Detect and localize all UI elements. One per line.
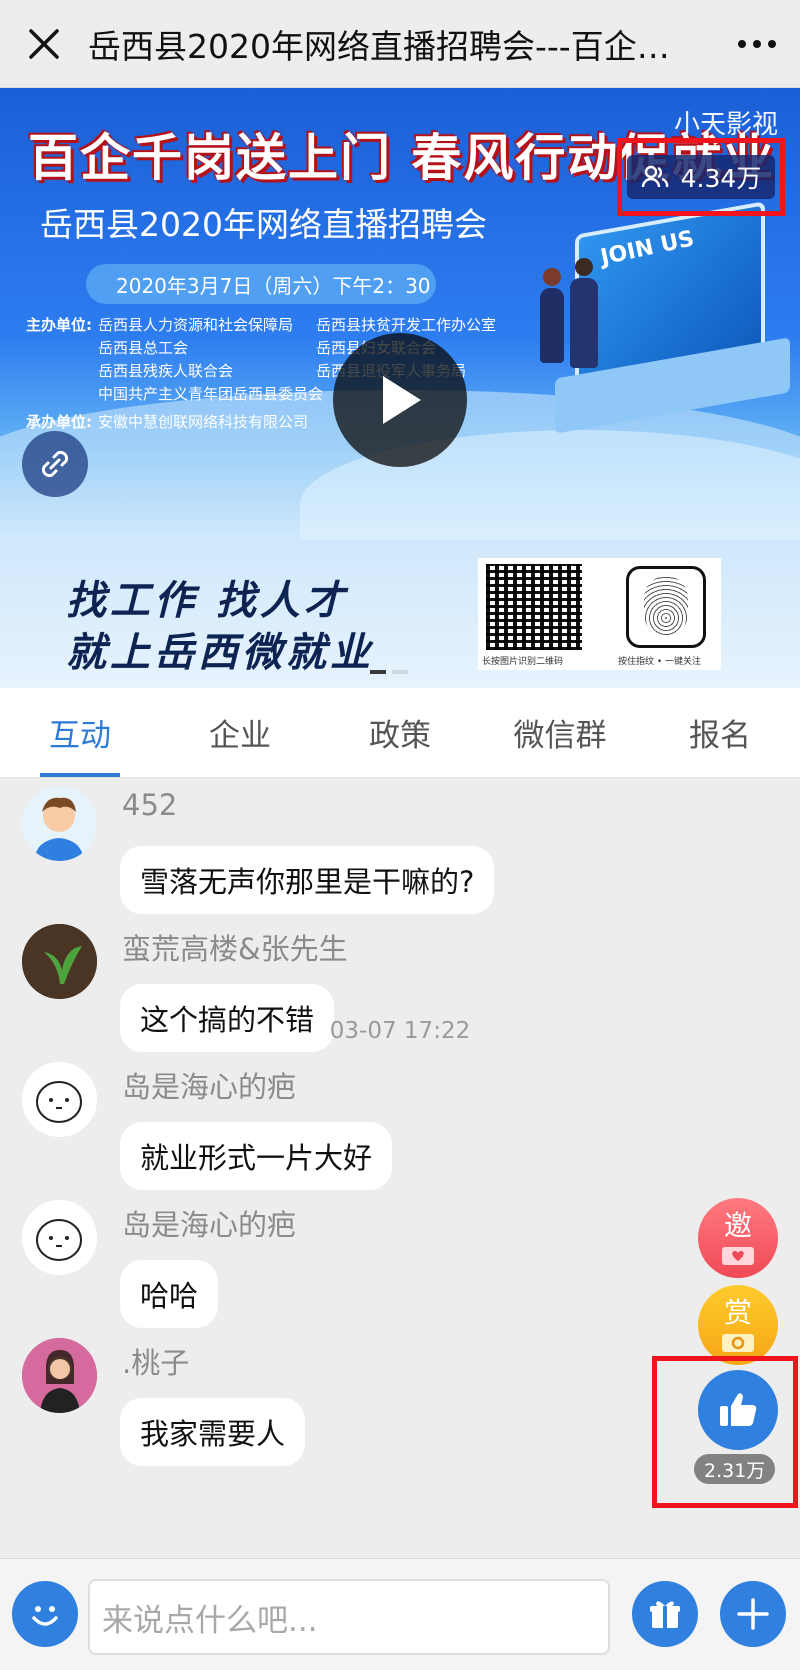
avatar-plant-photo — [22, 924, 97, 999]
more-button[interactable] — [714, 0, 800, 88]
organizer-item: 岳西县扶贫开发工作办公室 — [316, 316, 497, 334]
link-icon — [41, 450, 69, 478]
person-illustration — [543, 268, 561, 286]
organizer-item: 岳西县总工会 — [98, 339, 189, 357]
message-username: 蛮荒高楼&张先生 — [122, 932, 348, 966]
message-bubble[interactable]: 雪落无声你那里是干嘛的? — [120, 846, 495, 914]
thumbs-up-icon — [720, 1393, 757, 1426]
avatar-woman-photo — [22, 1338, 97, 1413]
qr-card[interactable]: 长按图片识别二维码 按住指纹 • 一键关注 — [478, 558, 721, 670]
invite-label: 邀 — [723, 1209, 752, 1242]
undertaker-label: 承办单位: — [26, 413, 92, 431]
organizer-item: 岳西县人力资源和社会保障局 — [98, 316, 294, 334]
emoji-button[interactable] — [12, 1581, 78, 1647]
close-button[interactable] — [0, 0, 88, 88]
qr-caption: 长按图片识别二维码 — [482, 657, 564, 667]
carousel-indicator — [370, 670, 408, 674]
video-subtitle: 岳西县2020年网络直播招聘会 — [40, 205, 487, 244]
tab-wechat-groups[interactable]: 微信群 — [480, 688, 640, 777]
title-bar: 岳西县2020年网络直播招聘会---百企千... — [0, 0, 800, 88]
ad-banner[interactable]: 找工作 找人才 就上岳西微就业 长按图片识别二维码 按住指纹 • 一键关注 — [0, 540, 800, 688]
reward-label: 赏 — [723, 1296, 752, 1329]
users-icon — [641, 165, 668, 188]
person-illustration — [570, 278, 598, 368]
avatar-cartoon-man — [34, 797, 84, 861]
viewer-count: 4.34万 — [680, 164, 762, 193]
avatar-sticker-face — [22, 1200, 97, 1275]
like-count: 2.31万 — [694, 1454, 776, 1484]
play-button[interactable] — [333, 333, 467, 467]
qr-code[interactable] — [486, 564, 582, 650]
ad-slogan-line1: 找工作 找人才 — [66, 578, 348, 624]
smiley-icon — [32, 1606, 58, 1626]
message-username: .桃子 — [122, 1346, 190, 1380]
invite-button[interactable]: 邀 — [698, 1198, 778, 1278]
message-username: 岛是海心的疤 — [122, 1070, 297, 1104]
organizer-label: 主办单位: — [26, 316, 92, 334]
plus-icon — [737, 1598, 769, 1630]
event-date: 2020年3月7日（周六）下午2：30 — [86, 264, 436, 304]
carousel-dot — [370, 670, 386, 674]
fingerprint-icon[interactable] — [644, 576, 688, 636]
share-link-button[interactable] — [22, 431, 88, 497]
comment-bar: 来说点什么吧... — [0, 1558, 800, 1670]
ad-slogan-line2: 就上岳西微就业 — [66, 630, 374, 676]
carousel-dot — [392, 670, 408, 674]
close-icon — [29, 28, 59, 59]
avatar[interactable] — [22, 1338, 97, 1413]
tab-signup[interactable]: 报名 — [640, 688, 800, 777]
undertaker-name: 安徽中慧创联网络科技有限公司 — [98, 413, 309, 431]
message-bubble[interactable]: 哈哈 — [120, 1260, 219, 1328]
viewer-count-badge: 4.34万 — [626, 155, 776, 199]
organizer-item: 岳西县残疾人联合会 — [98, 362, 234, 380]
tab-interaction[interactable]: 互动 — [0, 688, 160, 777]
heart-envelope-icon — [722, 1247, 754, 1265]
more-icon — [738, 39, 776, 48]
gift-icon — [650, 1601, 680, 1628]
page-title: 岳西县2020年网络直播招聘会---百企千... — [88, 26, 702, 66]
message-username: 452 — [122, 788, 178, 822]
avatar[interactable] — [22, 1200, 97, 1275]
avatar-sticker-face — [22, 1062, 97, 1137]
message-bubble[interactable]: 就业形式一片大好 — [120, 1122, 393, 1190]
message-bubble[interactable]: 我家需要人 — [120, 1398, 306, 1466]
reward-button[interactable]: 赏 — [698, 1285, 778, 1365]
message-username: 岛是海心的疤 — [122, 1208, 297, 1242]
tab-companies[interactable]: 企业 — [160, 688, 320, 777]
avatar[interactable] — [22, 924, 97, 999]
person-illustration — [540, 288, 564, 363]
plus-button[interactable] — [720, 1581, 786, 1647]
person-illustration — [575, 258, 593, 276]
viewer-count-highlight: 4.34万 — [617, 138, 785, 216]
tab-bar: 互动 企业 政策 微信群 报名 — [0, 688, 800, 778]
fingerprint-caption: 按住指纹 • 一键关注 — [618, 657, 702, 667]
video-watermark: 小天影视 — [673, 110, 778, 140]
coin-icon — [722, 1334, 754, 1352]
message-timestamp: 03-07 17:22 — [329, 1018, 471, 1044]
tab-policy[interactable]: 政策 — [320, 688, 480, 777]
play-icon — [383, 376, 421, 424]
avatar[interactable] — [22, 786, 97, 861]
avatar[interactable] — [22, 1062, 97, 1137]
like-button[interactable] — [698, 1370, 778, 1450]
comment-input[interactable]: 来说点什么吧... — [88, 1579, 610, 1655]
organizer-item: 中国共产主义青年团岳西县委员会 — [98, 385, 324, 403]
gift-button[interactable] — [632, 1581, 698, 1647]
